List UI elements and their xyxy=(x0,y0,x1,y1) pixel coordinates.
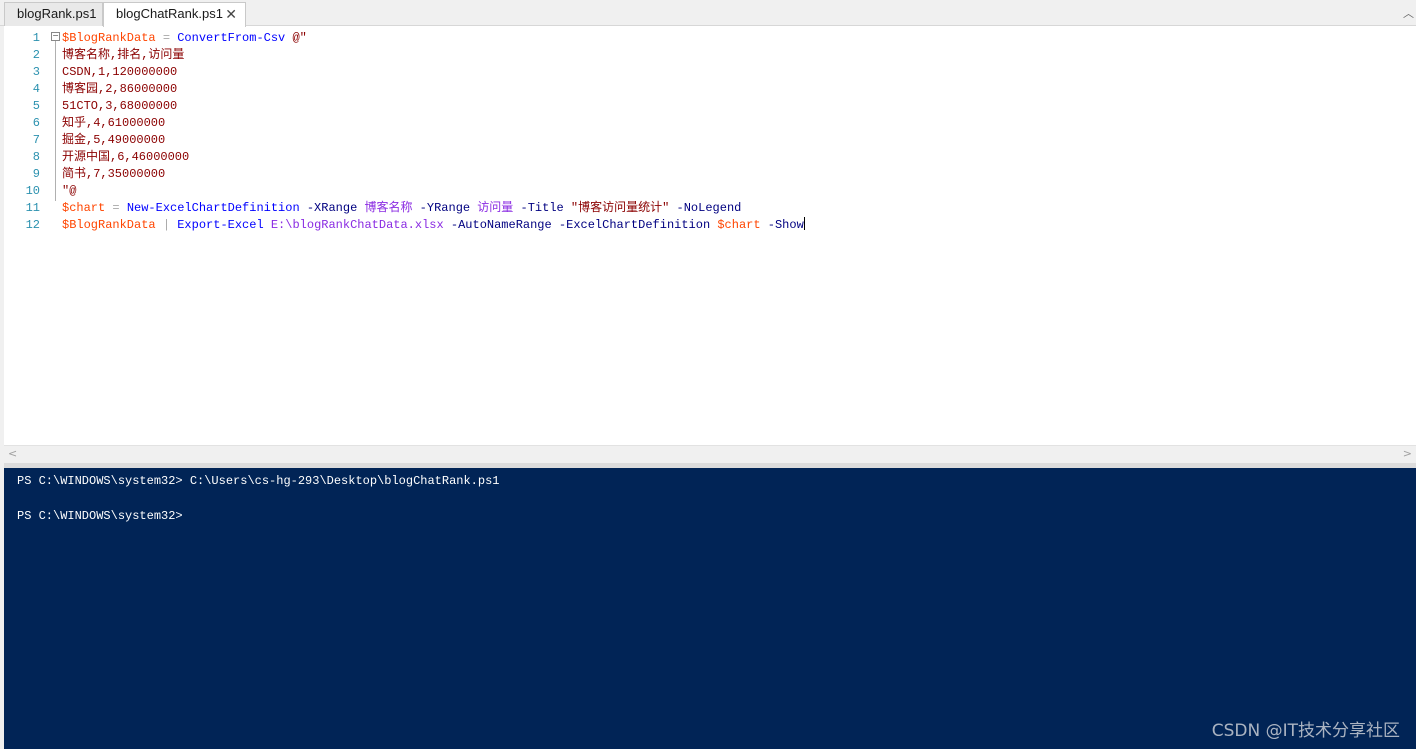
code-token: = xyxy=(155,31,178,45)
code-token: | xyxy=(155,218,178,232)
code-token: $chart xyxy=(62,201,106,215)
code-line[interactable]: 51CTO,3,68000000 xyxy=(62,98,177,115)
line-number: 7 xyxy=(32,133,40,147)
fold-toggle-icon[interactable]: − xyxy=(51,32,60,41)
line-number: 12 xyxy=(25,218,40,232)
console-line: PS C:\WINDOWS\system32> C:\Users\cs-hg-2… xyxy=(17,474,500,488)
code-token: $chart xyxy=(717,218,761,232)
code-token: 博客园,2,86000000 xyxy=(62,82,178,96)
tab-blogchatrank[interactable]: blogChatRank.ps1 ✕ xyxy=(103,2,246,27)
code-token: 博客名称,排名,访问量 xyxy=(62,48,185,62)
code-token: = xyxy=(105,201,127,215)
code-token: 访问量 xyxy=(477,201,514,215)
scroll-right-icon[interactable]: > xyxy=(1403,447,1412,460)
code-line[interactable]: $chart = New-ExcelChartDefinition -XRang… xyxy=(62,200,741,217)
tab-bar: blogRank.ps1 blogChatRank.ps1 ✕ ︿ xyxy=(0,0,1416,27)
code-line[interactable]: 开源中国,6,46000000 xyxy=(62,149,189,166)
code-line[interactable]: 掘金,5,49000000 xyxy=(62,132,165,149)
code-token: @" xyxy=(285,31,307,45)
code-token: ConvertFrom-Csv xyxy=(177,31,286,45)
code-token: -Title xyxy=(513,201,571,215)
code-token: New-ExcelChartDefinition xyxy=(126,201,300,215)
code-line[interactable]: 博客园,2,86000000 xyxy=(62,81,177,98)
tab-blogrank[interactable]: blogRank.ps1 xyxy=(4,2,103,26)
scroll-left-icon[interactable]: < xyxy=(8,447,17,460)
code-token: 知乎,4,61000000 xyxy=(62,116,166,130)
line-number: 8 xyxy=(32,150,40,164)
line-number: 9 xyxy=(32,167,40,181)
code-line[interactable]: 知乎,4,61000000 xyxy=(62,115,165,132)
line-number: 6 xyxy=(32,116,40,130)
text-caret xyxy=(803,217,805,230)
code-token: $BlogRankData xyxy=(62,31,156,45)
code-token: -NoLegend xyxy=(669,201,742,215)
line-number: 4 xyxy=(32,82,40,96)
tab-label: blogRank.ps1 xyxy=(17,6,97,21)
console-prompt[interactable]: PS C:\WINDOWS\system32> xyxy=(17,508,183,525)
code-token: 开源中国,6,46000000 xyxy=(62,150,190,164)
close-icon[interactable]: ✕ xyxy=(225,3,237,25)
code-line[interactable]: CSDN,1,120000000 xyxy=(62,64,177,81)
code-token: Export-Excel xyxy=(177,218,264,232)
fold-guide-line xyxy=(55,41,56,201)
line-number: 1 xyxy=(32,31,40,45)
code-token: -YRange xyxy=(412,201,478,215)
code-line[interactable]: 简书,7,35000000 xyxy=(62,166,165,183)
line-number-gutter: 1 2 3 4 5 6 7 8 9 10 11 12 xyxy=(4,27,42,445)
code-token: -ExcelChartDefinition xyxy=(551,218,718,232)
code-token: E:\blogRankChatData.xlsx xyxy=(263,218,444,232)
watermark: CSDN @IT技术分享社区 xyxy=(1211,721,1400,741)
horizontal-scrollbar[interactable]: < > xyxy=(4,445,1416,463)
tab-label: blogChatRank.ps1 xyxy=(116,6,223,21)
line-number: 2 xyxy=(32,48,40,62)
script-editor[interactable]: 1 2 3 4 5 6 7 8 9 10 11 12 − $BlogRankData = Conver… xyxy=(4,27,1416,445)
line-number: 3 xyxy=(32,65,40,79)
code-token: 简书,7,35000000 xyxy=(62,167,166,181)
console-pane[interactable]: PS C:\WINDOWS\system32> C:\Users\cs-hg-2… xyxy=(4,468,1416,749)
chevron-up-icon[interactable]: ︿ xyxy=(1403,5,1414,21)
code-token: $BlogRankData xyxy=(62,218,156,232)
code-token: 博客名称 xyxy=(364,201,413,215)
code-token: 51CTO,3,68000000 xyxy=(62,99,178,113)
code-token: CSDN,1,120000000 xyxy=(62,65,178,79)
line-number: 10 xyxy=(25,184,40,198)
code-token: -XRange xyxy=(299,201,365,215)
code-token: 掘金,5,49000000 xyxy=(62,133,166,147)
code-token: "博客访问量统计" xyxy=(570,201,670,215)
line-number: 11 xyxy=(25,201,40,215)
code-line[interactable]: $BlogRankData = ConvertFrom-Csv @" xyxy=(62,30,307,47)
code-line[interactable]: "@ xyxy=(62,183,76,200)
code-token: -Show xyxy=(760,218,804,232)
code-line[interactable]: $BlogRankData | Export-Excel E:\blogRank… xyxy=(62,217,805,234)
line-number: 5 xyxy=(32,99,40,113)
code-token: "@ xyxy=(62,184,77,198)
code-token: -AutoNameRange xyxy=(443,218,552,232)
code-line[interactable]: 博客名称,排名,访问量 xyxy=(62,47,184,64)
